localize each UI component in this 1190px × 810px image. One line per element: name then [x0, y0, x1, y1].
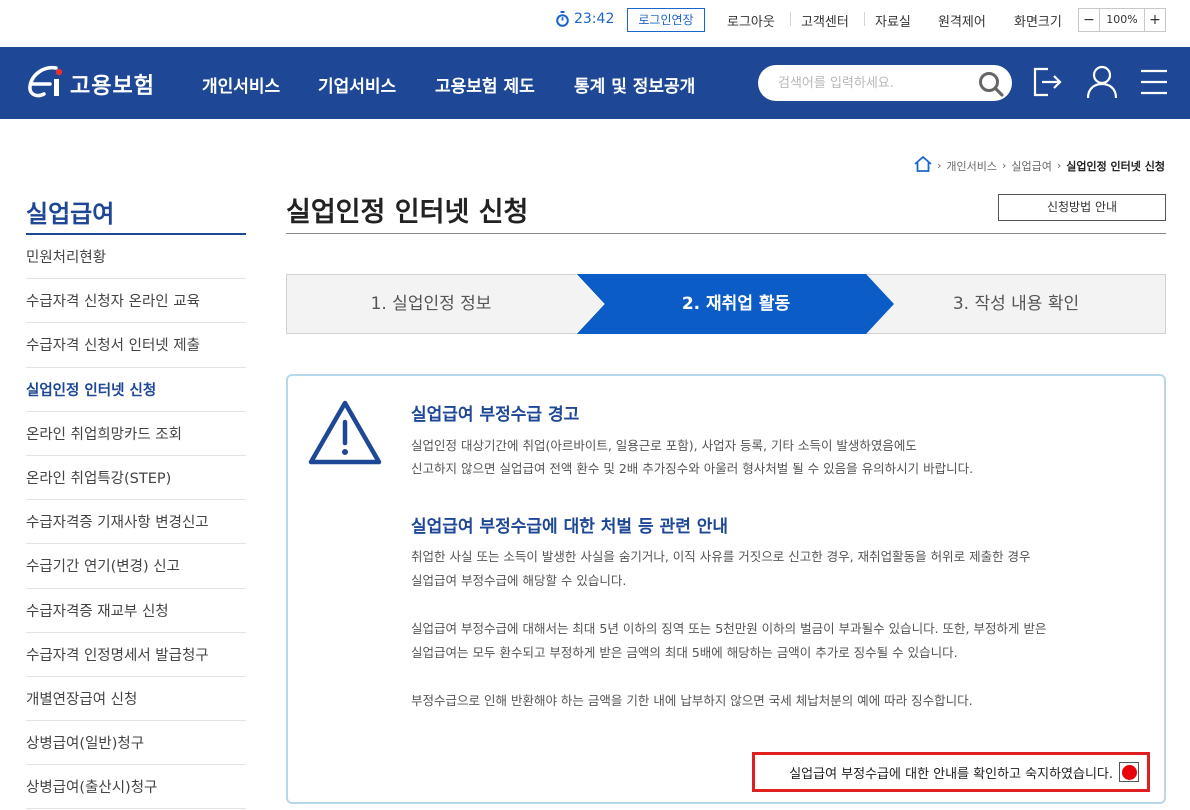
step-indicator: 1. 실업인정 정보 2. 재취업 활동 3. 작성 내용 확인: [286, 274, 1166, 334]
search-icon[interactable]: [978, 71, 1004, 101]
checked-indicator: [1121, 764, 1137, 780]
sidebar-item-change-report[interactable]: 수급자격증 기재사항 변경신고: [26, 500, 246, 545]
zoom-label: 화면크기: [1014, 15, 1062, 30]
breadcrumb-item[interactable]: 실업급여: [1011, 158, 1051, 174]
title-divider: [286, 233, 1166, 234]
sidebar-item-certificate-request[interactable]: 수급자격 인정명세서 발급청구: [26, 633, 246, 677]
site-logo[interactable]: 고용보험: [26, 64, 155, 104]
nav-business-services[interactable]: 기업서비스: [318, 72, 396, 97]
sidebar-item-job-card[interactable]: 온라인 취업희망카드 조회: [26, 412, 246, 456]
warning-title: 실업급여 부정수급 경고: [411, 405, 580, 425]
sidebar-item-period-extension[interactable]: 수급기간 연기(변경) 신고: [26, 544, 246, 589]
logout-link[interactable]: 로그아웃: [727, 11, 775, 30]
sidebar-item-application-submit[interactable]: 수급자격 신청서 인터넷 제출: [26, 323, 246, 368]
step-3: 3. 작성 내용 확인: [952, 294, 1080, 314]
timer-value: 23:42: [574, 11, 615, 27]
sidebar-item-sickness-general[interactable]: 상병급여(일반)청구: [26, 721, 246, 766]
sidebar-item-sickness-childbirth[interactable]: 상병급여(출산시)청구: [26, 765, 246, 810]
main-header: 고용보험 개인서비스 기업서비스 고용보험 제도 통계 및 정보공개: [0, 47, 1190, 119]
logout-icon[interactable]: [1032, 64, 1064, 104]
chevron-right-icon: ›: [1056, 159, 1062, 172]
sidebar-item-online-education[interactable]: 수급자격 신청자 온라인 교육: [26, 279, 246, 324]
breadcrumb: › 개인서비스 › 실업급여 › 실업인정 인터넷 신청: [914, 155, 1165, 175]
confirm-acknowledge[interactable]: 실업급여 부정수급에 대한 안내를 확인하고 숙지하였습니다.: [752, 752, 1150, 792]
breadcrumb-current: 실업인정 인터넷 신청: [1066, 159, 1165, 173]
warning-icon: [306, 398, 384, 472]
search-input[interactable]: [778, 65, 968, 101]
breadcrumb-item[interactable]: 개인서비스: [946, 158, 997, 174]
menu-icon[interactable]: [1140, 64, 1168, 104]
user-icon[interactable]: [1085, 64, 1119, 104]
ei-logo-icon: [26, 64, 66, 104]
zoom-control: − 100% +: [1078, 8, 1166, 32]
application-guide-button[interactable]: 신청방법 안내: [998, 194, 1166, 221]
nav-insurance-system[interactable]: 고용보험 제도: [435, 72, 535, 97]
stopwatch-icon: [555, 11, 570, 27]
penalty-title: 실업급여 부정수급에 대한 처벌 등 관련 안내: [411, 517, 729, 537]
zoom-value: 100%: [1099, 9, 1145, 31]
utility-bar: 23:42 로그인연장 로그아웃 고객센터 자료실 원격제어 화면크기 − 10…: [0, 0, 1190, 47]
extend-login-button[interactable]: 로그인연장: [627, 8, 705, 32]
penalty-text-line3: 실업급여 부정수급에 대해서는 최대 5년 이하의 징역 또는 5천만원 이하의…: [411, 621, 1047, 636]
page-title: 실업인정 인터넷 신청: [286, 197, 529, 228]
penalty-text-line4: 실업급여는 모두 환수되고 부정하게 받은 금액의 최대 5배에 해당하는 금액…: [411, 645, 958, 660]
confirm-label: 실업급여 부정수급에 대한 안내를 확인하고 숙지하였습니다.: [789, 766, 1113, 782]
penalty-text-line2: 실업급여 부정수급에 해당할 수 있습니다.: [411, 573, 627, 588]
penalty-text-line5: 부정수급으로 인해 반환해야 하는 금액을 기한 내에 납부하지 않으면 국세 …: [411, 693, 973, 708]
chevron-right-icon: ›: [936, 159, 942, 172]
step-1: 1. 실업인정 정보: [370, 294, 492, 314]
customer-center-link[interactable]: 고객센터: [801, 11, 849, 30]
fraud-warning-box: 실업급여 부정수급 경고 실업인정 대상기간에 취업(아르바이트, 일용근로 포…: [286, 374, 1166, 804]
warning-text-line1: 실업인정 대상기간에 취업(아르바이트, 일용근로 포함), 사업자 등록, 기…: [411, 438, 917, 453]
sidebar-item-reissue[interactable]: 수급자격증 재교부 신청: [26, 589, 246, 633]
sidebar-item-certification-online[interactable]: 실업인정 인터넷 신청: [26, 368, 246, 412]
search-box: [758, 65, 1012, 101]
archive-link[interactable]: 자료실: [875, 11, 911, 30]
step-2-active: 2. 재취업 활동: [681, 294, 791, 314]
sidebar-menu: 민원처리현황 수급자격 신청자 온라인 교육 수급자격 신청서 인터넷 제출 실…: [26, 235, 246, 810]
logo-text: 고용보험: [70, 74, 155, 99]
confirm-checkbox[interactable]: [1119, 762, 1139, 782]
chevron-right-icon: ›: [1001, 159, 1007, 172]
penalty-text-line1: 취업한 사실 또는 소득이 발생한 사실을 숨기거나, 이직 사유를 거짓으로 …: [411, 549, 1031, 564]
nav-personal-services[interactable]: 개인서비스: [202, 72, 280, 97]
remote-control-link[interactable]: 원격제어: [938, 11, 986, 30]
home-icon[interactable]: [914, 155, 932, 175]
divider: [790, 12, 791, 26]
sidebar-item-status[interactable]: 민원처리현황: [26, 235, 246, 280]
zoom-in-button[interactable]: +: [1145, 9, 1165, 31]
divider: [864, 12, 865, 26]
sidebar-title: 실업급여: [26, 200, 115, 228]
session-timer: 23:42: [555, 11, 614, 27]
zoom-out-button[interactable]: −: [1079, 9, 1099, 31]
warning-text-line2: 신고하지 않으면 실업급여 전액 환수 및 2배 추가징수와 아울러 형사처벌 …: [411, 461, 974, 476]
sidebar-item-extended-benefit[interactable]: 개별연장급여 신청: [26, 677, 246, 722]
sidebar-item-step[interactable]: 온라인 취업특강(STEP): [26, 456, 246, 501]
nav-statistics[interactable]: 통계 및 정보공개: [574, 72, 695, 97]
